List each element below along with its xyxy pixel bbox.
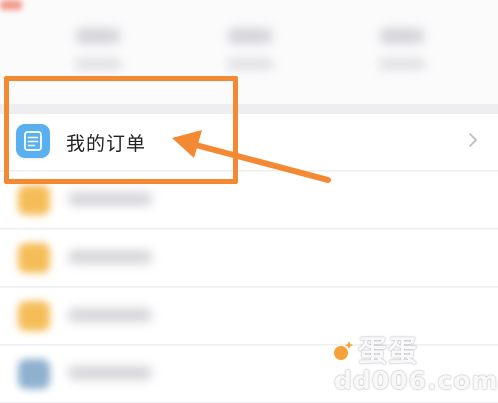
stat-label-blurred	[226, 58, 274, 70]
stat-value-blurred	[228, 28, 272, 44]
stat-value-blurred	[76, 28, 120, 44]
menu-icon-blurred	[18, 301, 50, 331]
menu-label-blurred	[68, 308, 152, 322]
stat-value-blurred	[380, 28, 424, 44]
annotation-arrow-icon	[172, 130, 331, 183]
menu-icon-blurred	[18, 243, 50, 273]
menu-icon-blurred	[18, 359, 50, 389]
sun-logo-icon	[334, 341, 354, 360]
menu-icon-blurred	[18, 185, 50, 215]
menu-label-blurred	[68, 366, 152, 380]
menu-label-blurred	[68, 250, 152, 264]
watermark-url: dd006.com	[334, 366, 498, 395]
chevron-right-icon	[468, 132, 478, 152]
top-red-badge	[0, 0, 22, 10]
stat-label-blurred	[378, 58, 426, 70]
menu-item[interactable]	[0, 230, 498, 287]
stat-item[interactable]	[362, 18, 442, 88]
menu-label-blurred	[68, 192, 152, 206]
watermark: 蛋蛋 dd006.com	[330, 328, 498, 398]
watermark-brand: 蛋蛋	[358, 334, 419, 368]
stat-label-blurred	[74, 58, 122, 70]
